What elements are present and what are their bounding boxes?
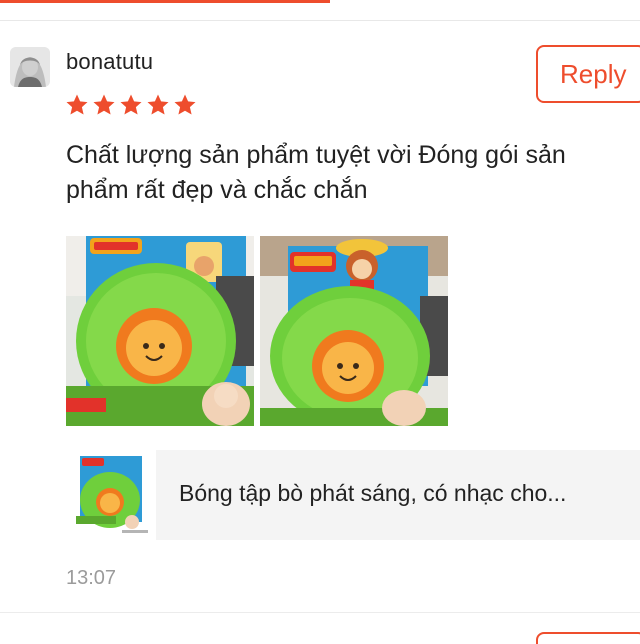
review-comment: Chất lượng sản phẩm tuyệt vời Đóng gói s… [66, 141, 566, 204]
product-card[interactable]: Bóng tập bò phát sáng, có nhạc cho... [66, 450, 640, 540]
review-photo[interactable] [260, 236, 448, 426]
star-icon [66, 94, 88, 115]
divider [0, 20, 640, 21]
avatar[interactable] [10, 47, 50, 87]
product-name[interactable]: Bóng tập bò phát sáng, có nhạc cho... [179, 480, 566, 507]
star-icon [120, 94, 142, 115]
star-icon [93, 94, 115, 115]
reviewer-name[interactable]: bonatutu [66, 49, 153, 75]
divider [0, 612, 640, 613]
review-timestamp: 13:07 [66, 567, 117, 589]
star-icon [147, 94, 169, 115]
next-reply-button-edge[interactable] [536, 632, 640, 644]
top-accent-bar [0, 0, 330, 3]
reply-button[interactable]: Reply [536, 45, 640, 103]
rating-stars [65, 93, 197, 117]
star-icon [174, 94, 196, 115]
review-photo[interactable] [66, 236, 254, 426]
product-thumbnail [66, 450, 156, 540]
